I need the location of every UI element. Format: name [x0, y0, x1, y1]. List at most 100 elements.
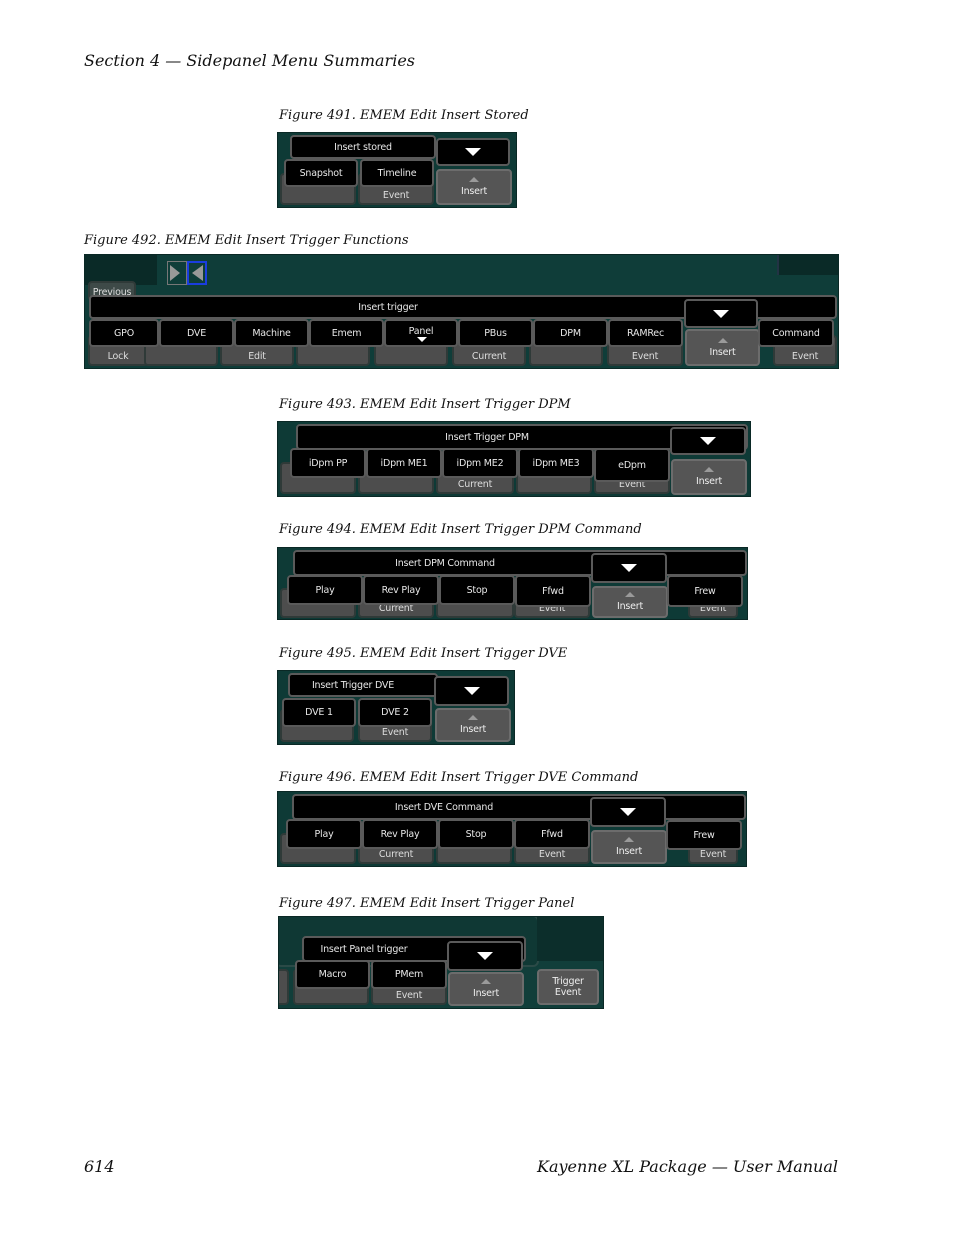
triangle-down-icon [713, 309, 729, 318]
edpm-button[interactable]: eDpm [594, 448, 670, 482]
ffwd-button[interactable]: Ffwd [515, 575, 591, 607]
button-label: Timeline [377, 167, 417, 179]
button-label: Insert [472, 988, 500, 999]
triangle-up-icon [481, 979, 491, 984]
button-label: Panel [408, 326, 434, 337]
emem-button[interactable]: Emem [309, 319, 384, 347]
menu-title-text: Insert stored [334, 141, 392, 153]
button-label: PBus [484, 327, 507, 339]
triangle-down-icon [463, 687, 480, 695]
play-button[interactable]: Play [286, 819, 362, 849]
dve-2-button[interactable]: DVE 2 [358, 698, 432, 727]
collapse-button[interactable] [670, 427, 746, 455]
page-number: 614 [84, 1157, 115, 1176]
menu-title-text: Insert Panel trigger [320, 943, 408, 955]
button-label: Insert [709, 346, 736, 358]
button-label: Play [314, 828, 334, 840]
collapse-button[interactable] [436, 138, 510, 166]
panel-button[interactable]: Panel [384, 319, 458, 347]
button-label: Ffwd [542, 585, 564, 597]
menu-title: Insert DPM Command [293, 550, 747, 576]
triangle-down-icon [700, 437, 716, 445]
bowtie-icon [192, 265, 203, 281]
button-label: iDpm ME1 [380, 457, 428, 469]
idpm-me1-button[interactable]: iDpm ME1 [366, 448, 442, 478]
gpo-button[interactable]: GPO [89, 319, 159, 347]
play-button[interactable]: Play [287, 575, 363, 605]
dve-1-button[interactable]: DVE 1 [282, 698, 356, 727]
pmem-button[interactable]: PMem [371, 960, 447, 989]
trigger-event-button[interactable]: Trigger Event [537, 969, 599, 1005]
collapse-button[interactable] [434, 676, 509, 706]
stop-button[interactable]: Stop [439, 575, 515, 605]
button-label: Frew [694, 585, 716, 597]
under-label: Event [381, 727, 409, 738]
insert-button[interactable]: Insert [436, 169, 512, 205]
insert-button[interactable]: Insert [671, 459, 747, 495]
under-label: Event [538, 849, 566, 860]
collapse-button[interactable] [447, 941, 523, 971]
footer-title: Kayenne XL Package — User Manual [536, 1157, 838, 1176]
triangle-down-icon [620, 808, 636, 816]
button-label: eDpm [618, 459, 646, 471]
rev-play-button[interactable]: Rev Play [362, 819, 438, 849]
figure-491-screenshot: Event Insert stored Snapshot Timeline In… [277, 132, 517, 208]
dpm-button[interactable]: DPM [533, 319, 608, 347]
dark-panel [777, 255, 838, 275]
figure-caption: Figure 496. EMEM Edit Insert Trigger DVE… [279, 770, 639, 785]
insert-button[interactable]: Insert [591, 830, 667, 864]
menu-title-text: Insert trigger [358, 301, 418, 313]
command-button[interactable]: Command [758, 319, 834, 347]
selected-icon-box [187, 261, 207, 285]
insert-button[interactable]: Insert [685, 329, 760, 366]
dve-button[interactable]: DVE [159, 319, 234, 347]
button-label: Emem [331, 327, 362, 339]
triangle-up-icon [469, 177, 479, 182]
ffwd-button[interactable]: Ffwd [514, 819, 590, 849]
idpm-pp-button[interactable]: iDpm PP [290, 448, 366, 478]
collapse-button[interactable] [590, 797, 666, 827]
triangle-up-icon [625, 592, 635, 597]
menu-title-text: Insert DVE Command [394, 801, 494, 813]
stop-button[interactable]: Stop [438, 819, 514, 849]
menu-title-text: Insert Trigger DPM [445, 431, 529, 443]
triangle-down-icon [621, 564, 637, 572]
button-label: Play [315, 584, 335, 596]
under-label: Event [631, 351, 659, 362]
insert-button[interactable]: Insert [592, 586, 668, 618]
snapshot-button[interactable]: Snapshot [284, 159, 358, 187]
button-label: DVE 2 [381, 707, 409, 718]
pbus-button[interactable]: PBus [458, 319, 533, 347]
button-label: DVE 1 [305, 707, 333, 718]
figure-494-screenshot: Current Event Event Insert DPM Command P… [277, 547, 748, 620]
frew-button[interactable]: Frew [667, 575, 743, 607]
under-label: Current [471, 351, 507, 362]
collapse-button[interactable] [591, 553, 667, 583]
collapse-button[interactable] [684, 299, 758, 328]
submenu-arrow-icon [417, 337, 427, 342]
machine-button[interactable]: Machine [234, 319, 309, 347]
macro-button[interactable]: Macro [295, 960, 370, 989]
insert-button[interactable]: Insert [435, 708, 511, 742]
button-label: RAMRec [627, 327, 664, 339]
button-label: Insert [459, 724, 487, 735]
frew-button[interactable]: Frew [666, 820, 742, 850]
triangle-up-icon [717, 337, 728, 343]
button-label: Insert [615, 846, 643, 857]
idpm-me3-button[interactable]: iDpm ME3 [518, 448, 594, 478]
menu-title-text: Insert Trigger DVE [311, 679, 395, 691]
timeline-button[interactable]: Timeline [360, 159, 434, 187]
button-label: Stop [465, 828, 487, 840]
dark-panel [537, 917, 603, 961]
insert-button[interactable]: Insert [448, 972, 524, 1006]
menu-title: Insert DVE Command [292, 794, 746, 820]
triangle-up-icon [704, 467, 714, 472]
figure-caption: Figure 495. EMEM Edit Insert Trigger DVE [279, 646, 568, 661]
button-label: Ffwd [541, 828, 563, 840]
under-label: Current [457, 479, 493, 490]
rev-play-button[interactable]: Rev Play [363, 575, 439, 605]
idpm-me2-button[interactable]: iDpm ME2 [442, 448, 518, 478]
bowtie-icon [170, 265, 180, 281]
button-label: Insert [616, 601, 644, 612]
ramrec-button[interactable]: RAMRec [608, 319, 683, 347]
